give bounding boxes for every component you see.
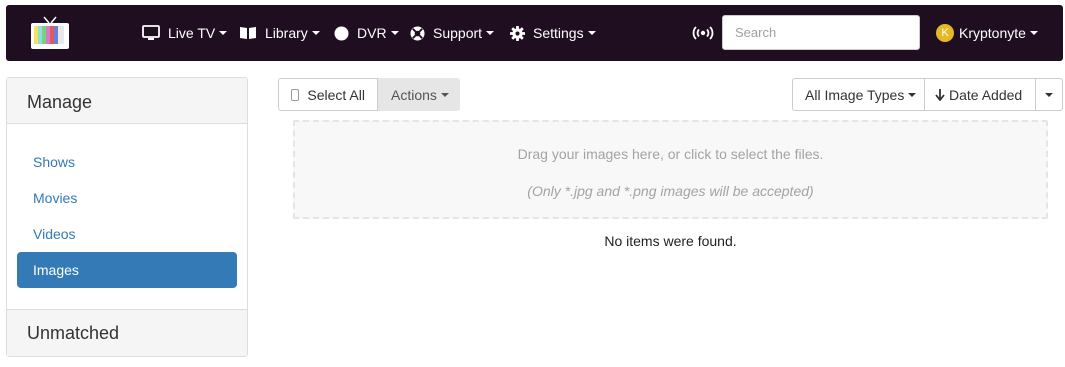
arrow-down-icon <box>935 89 945 101</box>
user-menu[interactable]: K Kryptonyte <box>936 5 1038 61</box>
chevron-down-icon <box>1045 92 1053 97</box>
chevron-down-icon <box>486 31 495 35</box>
sort-direction-dropdown[interactable] <box>1036 78 1063 111</box>
nav-dvr-label: DVR <box>357 25 387 41</box>
nav-settings[interactable]: Settings <box>510 5 596 61</box>
search-input[interactable] <box>722 15 920 50</box>
chevron-down-icon <box>908 92 917 97</box>
sidebar-item-shows[interactable]: Shows <box>17 144 237 180</box>
chevron-down-icon <box>311 31 320 35</box>
book-icon <box>240 27 256 39</box>
nav-live-tv[interactable]: Live TV <box>142 5 228 61</box>
empty-state-message: No items were found. <box>604 233 737 249</box>
sort-label: Date Added <box>949 86 1023 103</box>
dropzone-file-types: (Only *.jpg and *.png images will be acc… <box>527 183 814 199</box>
selection-toolbar: Select All Actions <box>278 78 460 111</box>
user-name: Kryptonyte <box>959 25 1026 41</box>
nav-support-label: Support <box>433 25 483 41</box>
nav-live-tv-label: Live TV <box>168 25 216 41</box>
live-status-button[interactable] <box>692 5 722 61</box>
image-upload-dropzone[interactable]: Drag your images here, or click to selec… <box>293 120 1048 219</box>
sidebar-item-movies[interactable]: Movies <box>17 180 237 216</box>
dropzone-instruction: Drag your images here, or click to selec… <box>517 146 824 162</box>
chevron-down-icon <box>587 31 596 35</box>
lifebuoy-icon <box>410 25 425 41</box>
avatar: K <box>936 24 954 42</box>
image-type-filter[interactable]: All Image Types <box>792 78 925 111</box>
nav-library[interactable]: Library <box>239 5 320 61</box>
sidebar-item-images[interactable]: Images <box>17 252 237 288</box>
sidebar-heading: Manage <box>7 78 247 124</box>
sort-button[interactable]: Date Added <box>925 78 1036 111</box>
chevron-down-icon <box>390 31 399 35</box>
image-type-filter-label: All Image Types <box>805 86 905 103</box>
chevron-down-icon <box>440 92 449 97</box>
checkbox-icon[interactable] <box>291 88 300 101</box>
nav-dvr[interactable]: DVR <box>334 5 399 61</box>
nav-settings-label: Settings <box>533 25 584 41</box>
chevron-down-icon <box>219 31 228 35</box>
select-all-label: Select All <box>307 86 365 103</box>
sidebar-nav: Shows Movies Videos Images <box>7 124 247 309</box>
broadcast-icon <box>692 26 714 40</box>
sidebar-item-unmatched[interactable]: Unmatched <box>7 309 247 356</box>
nav-library-label: Library <box>265 25 308 41</box>
select-all-button[interactable]: Select All <box>278 78 378 111</box>
top-navbar: Live TV Library DVR Support Settings Sea… <box>6 5 1063 61</box>
sidebar-item-videos[interactable]: Videos <box>17 216 237 252</box>
actions-button[interactable]: Actions <box>378 78 460 111</box>
circle-record-icon <box>334 26 349 40</box>
tv-icon <box>142 25 160 40</box>
nav-support[interactable]: Support <box>410 5 495 61</box>
actions-label: Actions <box>391 86 437 103</box>
manage-sidebar: Manage Shows Movies Videos Images Unmatc… <box>6 77 248 357</box>
filter-toolbar: All Image Types Date Added <box>792 78 1063 111</box>
gear-icon <box>510 25 525 41</box>
chevron-down-icon <box>1029 31 1038 35</box>
channels-logo-icon[interactable] <box>30 15 70 51</box>
